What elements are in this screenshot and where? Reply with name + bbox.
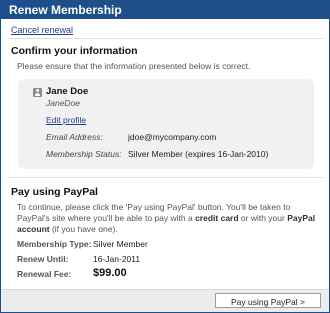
- edit-profile-link[interactable]: Edit profile: [46, 115, 86, 125]
- renewal-fee-label: Renewal Fee:: [17, 269, 72, 279]
- paypal-instructions: To continue, please click the 'Pay using…: [17, 202, 316, 234]
- footer-bar: Pay using PayPal >: [1, 289, 329, 312]
- renew-membership-panel: Renew Membership Cancel renewal Confirm …: [0, 0, 330, 313]
- divider: [7, 177, 323, 178]
- email-label: Email Address:: [46, 132, 103, 142]
- membership-status-value: Silver Member (expires 16-Jan-2010): [128, 149, 269, 159]
- user-name: Jane Doe: [46, 86, 89, 97]
- renew-until-value: 16-Jan-2011: [93, 254, 141, 264]
- membership-type-value: Silver Member: [93, 239, 148, 249]
- paypal-heading: Pay using PayPal: [11, 186, 98, 198]
- user-handle: JaneDoe: [46, 98, 81, 108]
- email-value: jdoe@mycompany.com: [128, 132, 217, 142]
- cancel-renewal-link[interactable]: Cancel renewal: [11, 25, 73, 35]
- pay-with-paypal-button[interactable]: Pay using PayPal >: [215, 293, 321, 308]
- window-title: Renew Membership: [1, 1, 329, 19]
- divider: [7, 38, 323, 39]
- renew-until-label: Renew Until:: [17, 254, 69, 264]
- user-info-box: Jane Doe JaneDoe Edit profile Email Addr…: [18, 79, 314, 169]
- confirm-note: Please ensure that the information prese…: [17, 61, 251, 71]
- renewal-fee-value: $99.00: [93, 267, 127, 279]
- user-icon: [33, 88, 42, 97]
- confirm-heading: Confirm your information: [11, 45, 138, 57]
- membership-status-label: Membership Status:: [46, 149, 122, 159]
- membership-type-label: Membership Type:: [17, 239, 92, 249]
